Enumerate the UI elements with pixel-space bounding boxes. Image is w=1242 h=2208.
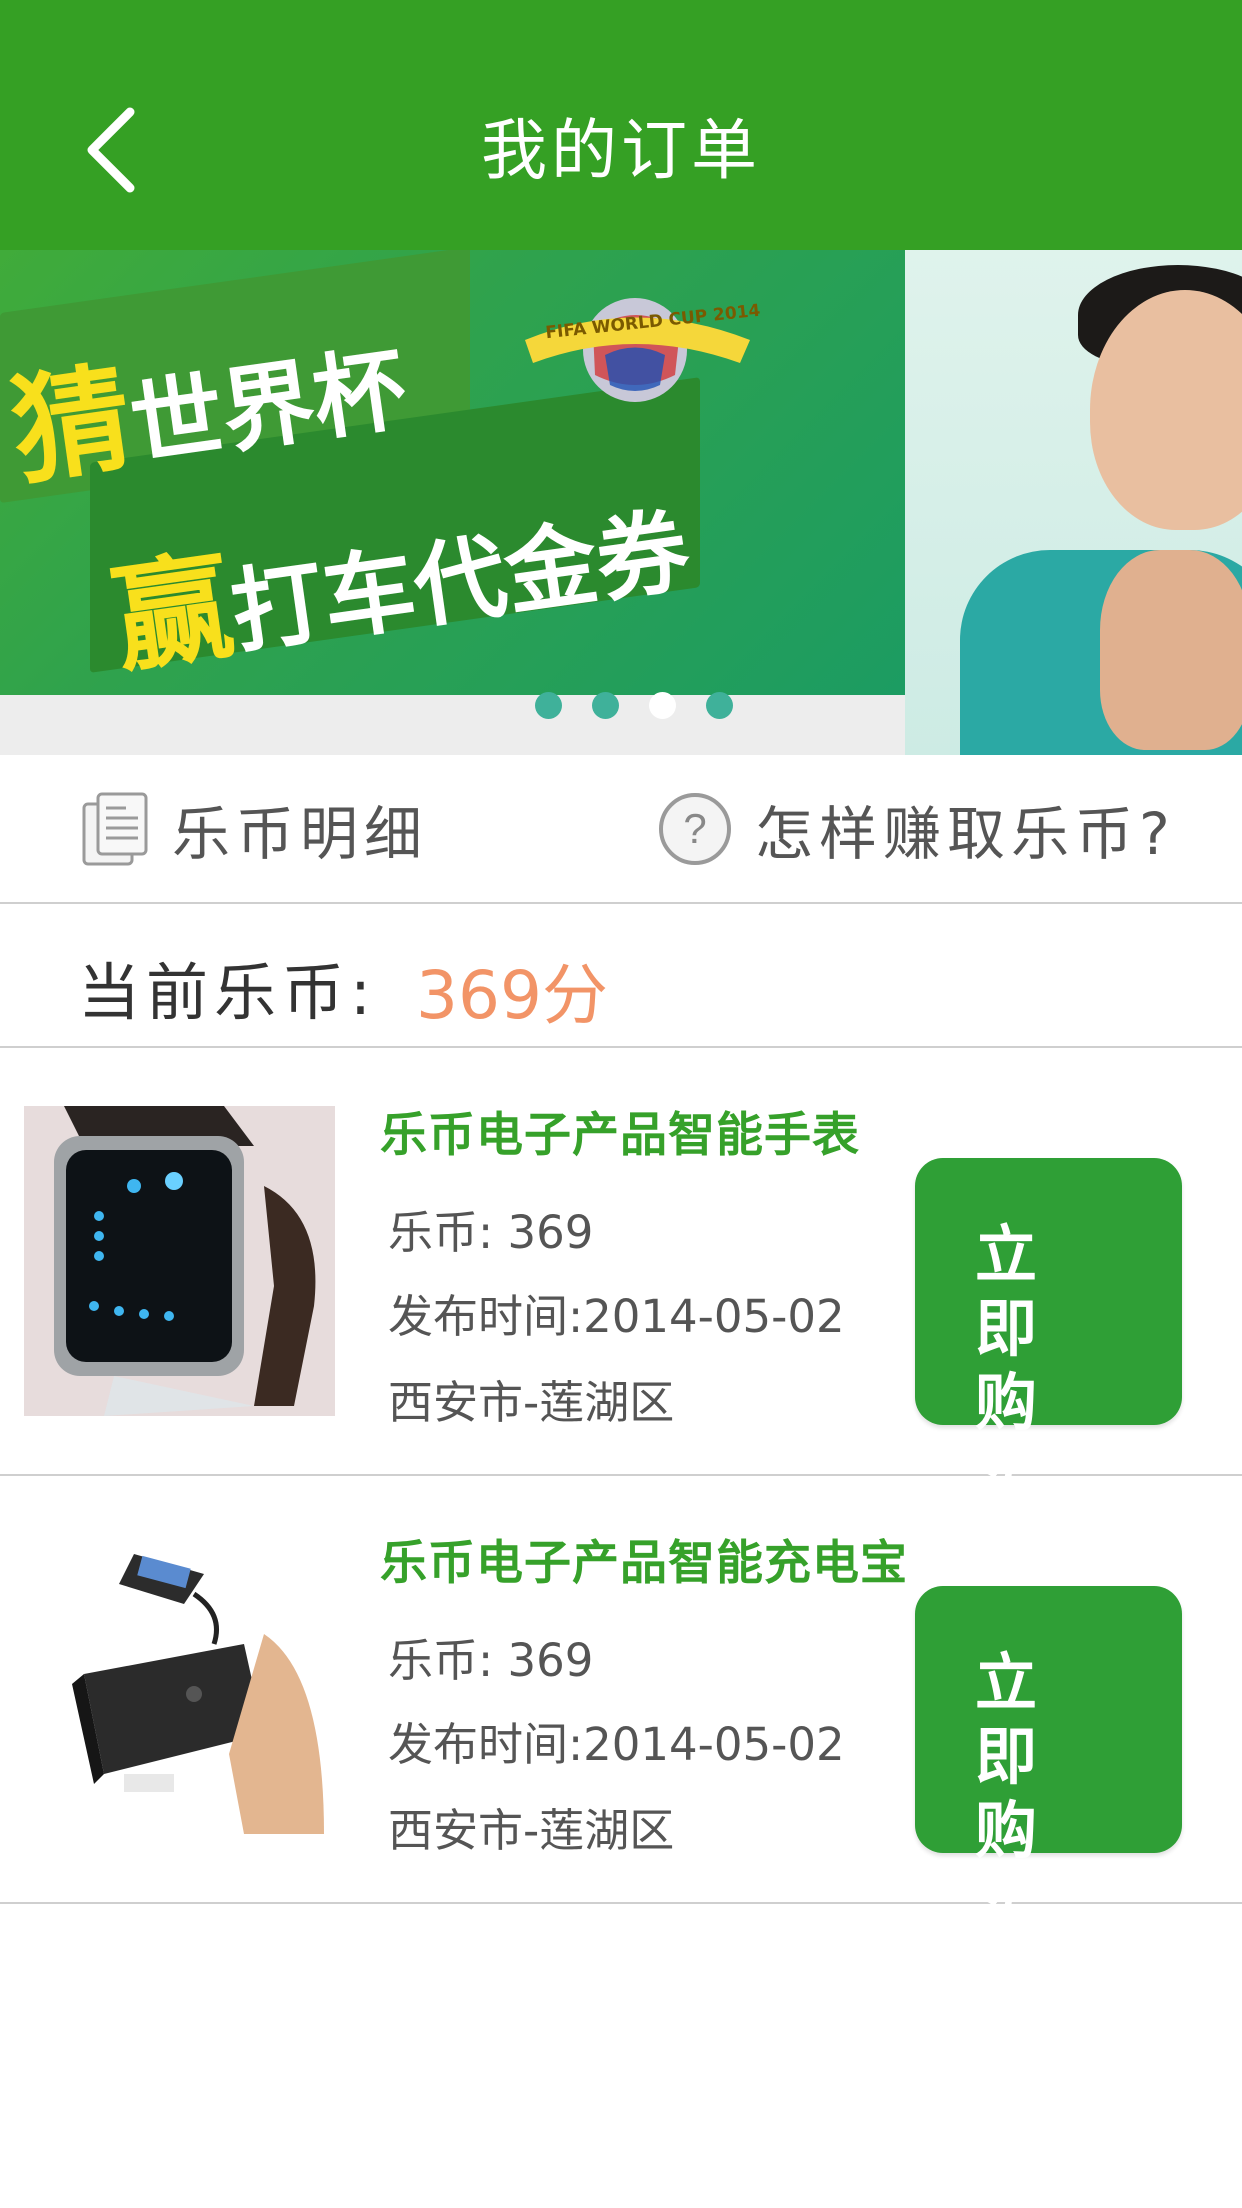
product-title[interactable]: 乐币电子产品智能充电宝 xyxy=(380,1524,908,1593)
power-bank-thumbnail xyxy=(24,1534,335,1844)
smartwatch-thumbnail xyxy=(24,1106,335,1416)
page-title: 我的订单 xyxy=(481,112,761,189)
world-cup-badge-icon xyxy=(525,298,750,402)
page-dot-2[interactable] xyxy=(592,692,619,719)
coin-details-link[interactable]: 乐币明细 xyxy=(80,755,428,902)
coin-links-row: 乐币明细 ? 怎样赚取乐币? xyxy=(0,755,1242,904)
question-mark-icon: ? xyxy=(659,792,731,865)
product-item[interactable]: 乐币电子产品智能手表 乐币: 369 发布时间:2014-05-02 西安市-莲… xyxy=(0,1048,1242,1513)
product-location: 西安市-莲湖区 xyxy=(388,1376,675,1429)
page-dot-1[interactable] xyxy=(535,692,562,719)
how-to-earn-link[interactable]: ? 怎样赚取乐币? xyxy=(655,755,1176,902)
balance-label: 当前乐币: xyxy=(78,956,377,1029)
promo-banner[interactable]: 猜世界杯 赢打车代金券 FIFA WORLD CUP 2014 xyxy=(0,250,1242,755)
page-dot-3-active[interactable] xyxy=(649,692,676,719)
coin-balance-row: 当前乐币: 369分 xyxy=(0,904,1242,1048)
product-item[interactable]: 乐币电子产品智能充电宝 乐币: 369 发布时间:2014-05-02 西安市-… xyxy=(0,1476,1242,1941)
person-hand xyxy=(1100,550,1242,750)
document-icon xyxy=(82,792,148,865)
buy-now-button[interactable]: 立即购买 xyxy=(915,1158,1182,1513)
banner-indicator-strip xyxy=(0,695,905,755)
coin-details-label: 乐币明细 xyxy=(172,799,429,868)
product-publish-date: 发布时间:2014-05-02 xyxy=(388,1718,845,1771)
product-coins: 乐币: 369 xyxy=(388,1634,594,1687)
buy-now-label: 立即购买 xyxy=(975,1218,1066,1513)
page-dot-4[interactable] xyxy=(706,692,733,719)
balance-value: 369分 xyxy=(416,957,608,1034)
buy-now-label: 立即购买 xyxy=(975,1646,1066,1941)
product-coins: 乐币: 369 xyxy=(388,1206,594,1259)
svg-text:?: ? xyxy=(683,805,706,852)
product-publish-date: 发布时间:2014-05-02 xyxy=(388,1290,845,1343)
product-location: 西安市-莲湖区 xyxy=(388,1804,675,1857)
buy-now-button[interactable]: 立即购买 xyxy=(915,1586,1182,1941)
product-title[interactable]: 乐币电子产品智能手表 xyxy=(380,1096,860,1165)
how-to-earn-label: 怎样赚取乐币? xyxy=(755,799,1176,868)
banner-page-indicator xyxy=(535,692,733,719)
app-header: 我的订单 xyxy=(0,0,1242,250)
